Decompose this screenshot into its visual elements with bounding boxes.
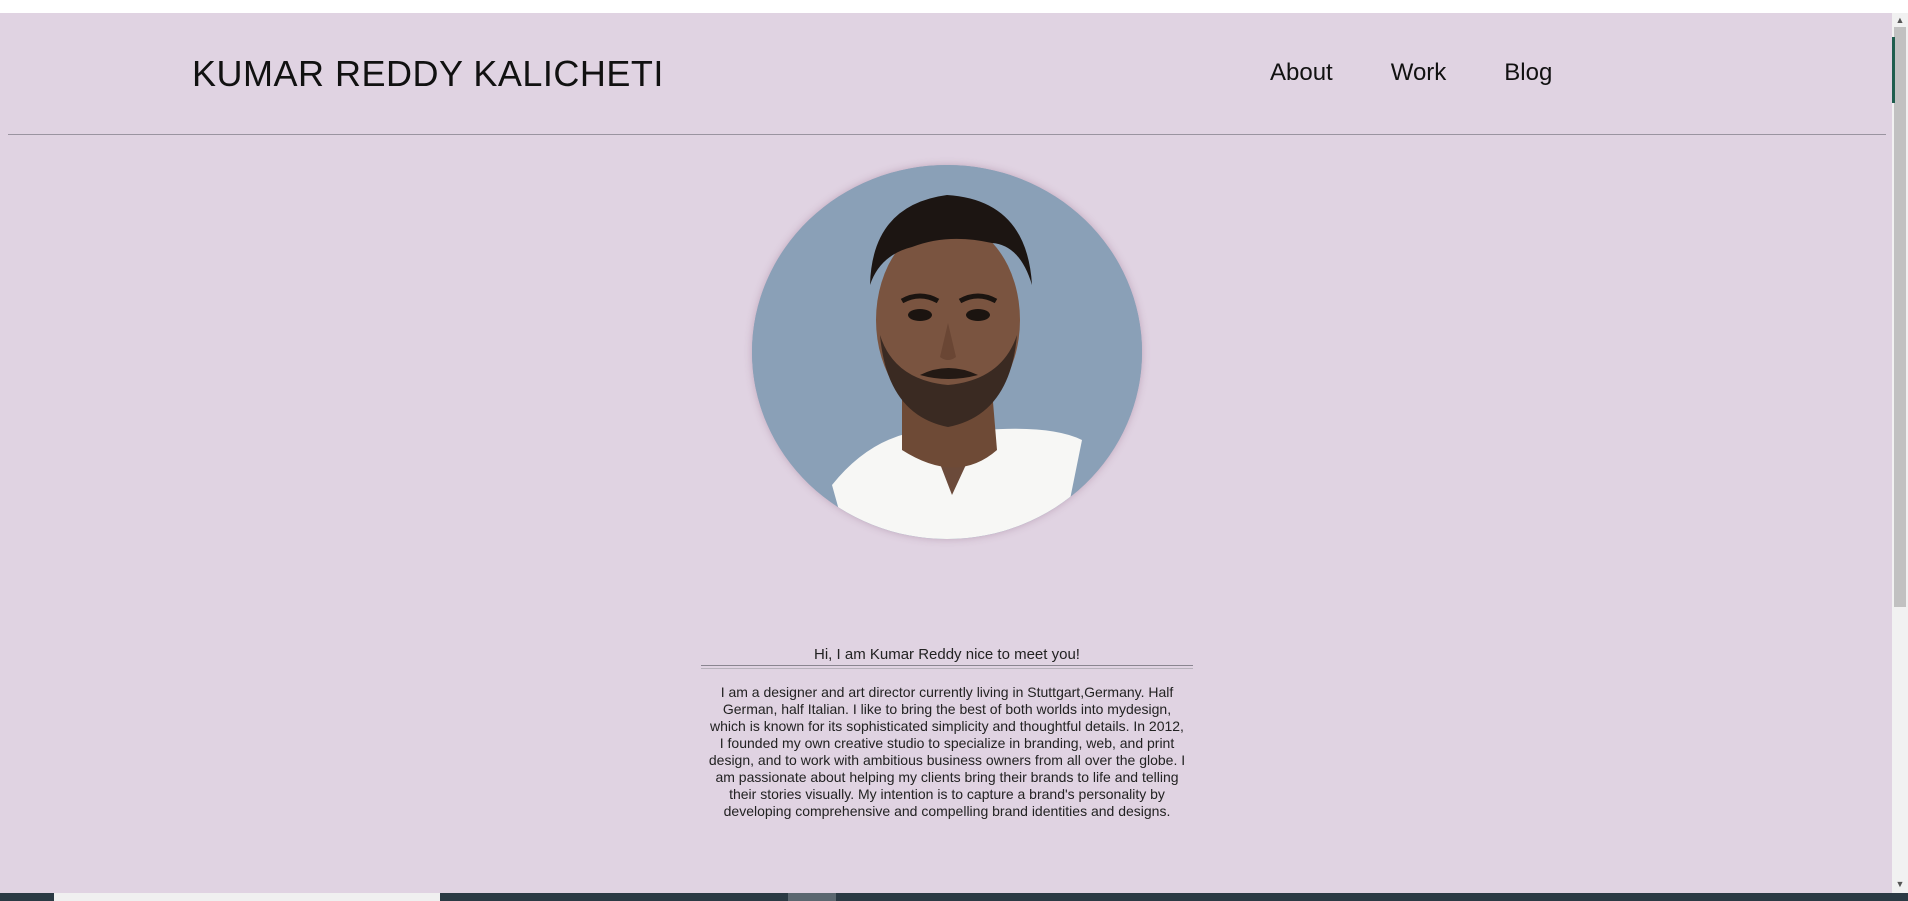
scrollbar-thumb[interactable] xyxy=(1894,27,1906,607)
scrollbar-accent xyxy=(1892,37,1895,103)
triangle-up-icon[interactable]: ▲ xyxy=(1895,15,1905,25)
browser-viewport: KUMAR REDDY KALICHETI About Work Blog Hi… xyxy=(0,0,1908,901)
nav-link-about[interactable]: About xyxy=(1270,59,1333,87)
taskbar-item[interactable] xyxy=(788,893,836,901)
profile-photo-illustration xyxy=(752,165,1142,539)
profile-photo xyxy=(752,165,1142,539)
greeting-divider xyxy=(701,665,1193,669)
top-strip xyxy=(0,0,1908,13)
nav-link-work[interactable]: Work xyxy=(1391,59,1447,87)
bio-line: am passionate about helping my clients b… xyxy=(715,769,1179,785)
bio-line: I founded my own creative studio to spec… xyxy=(719,735,1175,751)
triangle-down-icon[interactable]: ▼ xyxy=(1895,879,1905,889)
nav-link-blog[interactable]: Blog xyxy=(1504,59,1552,87)
page: KUMAR REDDY KALICHETI About Work Blog Hi… xyxy=(0,13,1892,893)
bio-line: design, and to work with ambitious busin… xyxy=(708,752,1186,768)
taskbar xyxy=(0,893,1908,901)
site-title[interactable]: KUMAR REDDY KALICHETI xyxy=(192,53,664,95)
taskbar-item[interactable] xyxy=(54,893,440,901)
bio-line: German, half Italian. I like to bring th… xyxy=(722,701,1172,717)
greeting-heading: Hi, I am Kumar Reddy nice to meet you! xyxy=(814,646,1080,663)
header-divider xyxy=(8,134,1886,135)
bio-line: their stories visually. My intention is … xyxy=(729,786,1165,802)
bio-paragraph: I am a designer and art director current… xyxy=(696,684,1198,820)
main-nav: About Work Blog xyxy=(1270,59,1610,87)
bio-line: developing comprehensive and compelling … xyxy=(723,803,1171,819)
bio-line: which is known for its sophisticated sim… xyxy=(710,718,1184,734)
bio-line: I am a designer and art director current… xyxy=(720,684,1174,700)
vertical-scrollbar[interactable]: ▲ ▼ xyxy=(1892,13,1908,893)
